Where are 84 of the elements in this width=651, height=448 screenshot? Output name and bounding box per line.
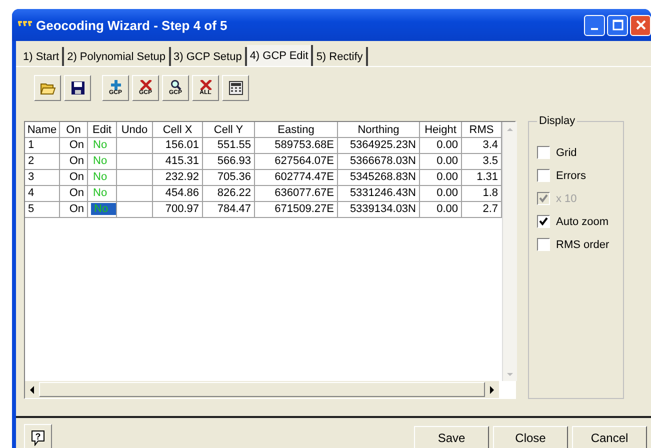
help-button[interactable]: ?	[24, 424, 52, 448]
table-cell: 5366678.03N	[338, 154, 420, 170]
table-cell: 415.31	[153, 154, 203, 170]
table-cell-text: No	[92, 155, 108, 167]
table-cell: 784.47	[203, 202, 255, 218]
table-cell: No	[91, 203, 116, 215]
table-cell: 826.22	[203, 186, 255, 202]
table-cell: 700.97	[153, 202, 203, 218]
table-cell: 2	[25, 154, 60, 170]
table-cell-text: No	[92, 171, 108, 183]
app-icon	[18, 21, 32, 29]
cross-icon	[198, 80, 212, 90]
table-cell: 156.01	[153, 138, 203, 154]
close-icon	[634, 19, 646, 31]
table-cell: 454.86	[153, 186, 203, 202]
table-cell: 5364925.23N	[338, 138, 420, 154]
table-cell: 551.55	[203, 138, 255, 154]
cross-icon	[138, 80, 152, 90]
table-cell-text: No	[92, 187, 108, 199]
column-header[interactable]: Easting	[255, 122, 338, 138]
folder-icon	[40, 81, 56, 95]
table-cell: 627564.07E	[255, 154, 338, 170]
table-cell: On	[60, 202, 88, 218]
table-cell: 3	[25, 170, 60, 186]
table-cell-text: No	[92, 139, 108, 151]
column-header[interactable]: On	[60, 122, 88, 138]
table-cell: 671509.27E	[255, 202, 338, 218]
dialog-button[interactable]: Close	[493, 426, 568, 448]
checkbox-option[interactable]: Auto zoom	[537, 215, 623, 228]
magnifier-icon	[168, 80, 182, 90]
open-button[interactable]	[34, 75, 61, 101]
column-header[interactable]: Undo	[117, 122, 153, 138]
column-header[interactable]: Cell X	[153, 122, 203, 138]
checkbox[interactable]	[537, 215, 550, 228]
table-cell: 5331246.43N	[338, 186, 420, 202]
column-header[interactable]: Edit	[88, 122, 117, 138]
maximize-icon	[612, 19, 624, 31]
maximize-button[interactable]	[607, 14, 628, 36]
tab[interactable]: 4) GCP Edit	[246, 45, 314, 66]
table-cell: 636077.67E	[255, 186, 338, 202]
table-cell: 5339134.03N	[338, 202, 420, 218]
table-cell: 1	[25, 138, 60, 154]
table-cell: 5	[25, 202, 60, 218]
checkbox[interactable]	[537, 146, 550, 159]
table-cell: 589753.68E	[255, 138, 338, 154]
column-header[interactable]: Northing	[338, 122, 420, 138]
save-button[interactable]	[64, 75, 91, 101]
table-cell: On	[60, 186, 88, 202]
table-cell: 0.00	[420, 138, 462, 154]
floppy-icon	[70, 81, 84, 95]
horizontal-scrollbar[interactable]	[25, 381, 499, 398]
table-cell: 602774.47E	[255, 170, 338, 186]
calculator-icon	[228, 81, 242, 95]
column-header[interactable]: Cell Y	[203, 122, 255, 138]
checkbox[interactable]	[537, 169, 550, 182]
window-title: Geocoding Wizard - Step 4 of 5	[36, 18, 228, 32]
checkbox-option[interactable]: Grid	[537, 146, 623, 159]
column-header[interactable]: Name	[25, 122, 60, 138]
tab[interactable]: 3) GCP Setup	[170, 47, 247, 66]
checkbox-option[interactable]: RMS order	[537, 238, 623, 251]
help-icon: ?	[31, 430, 45, 446]
table-cell: 705.36	[203, 170, 255, 186]
minimize-button[interactable]	[584, 14, 605, 36]
table-cell: 566.93	[203, 154, 255, 170]
calculator-button[interactable]	[222, 75, 249, 101]
dialog-button[interactable]: Save	[414, 426, 489, 448]
table-cell: 0.00	[420, 154, 462, 170]
close-button[interactable]	[630, 14, 651, 36]
table-cell: 0.00	[420, 186, 462, 202]
table-cell: 0.00	[420, 170, 462, 186]
table-cell: 232.92	[153, 170, 203, 186]
dialog-button[interactable]: Cancel	[572, 426, 647, 448]
table-cell: On	[60, 154, 88, 170]
table-cell: On	[60, 138, 88, 154]
group-title: Display	[537, 115, 578, 127]
checkbox-option[interactable]: Errors	[537, 169, 623, 182]
table-cell: 4	[25, 186, 60, 202]
plus-icon	[108, 80, 122, 90]
checkbox[interactable]	[537, 238, 550, 251]
minimize-icon	[591, 28, 598, 30]
table-cell: On	[60, 170, 88, 186]
table-cell: 5345268.83N	[338, 170, 420, 186]
table-cell: 0.00	[420, 202, 462, 218]
column-header[interactable]: Height	[420, 122, 462, 138]
